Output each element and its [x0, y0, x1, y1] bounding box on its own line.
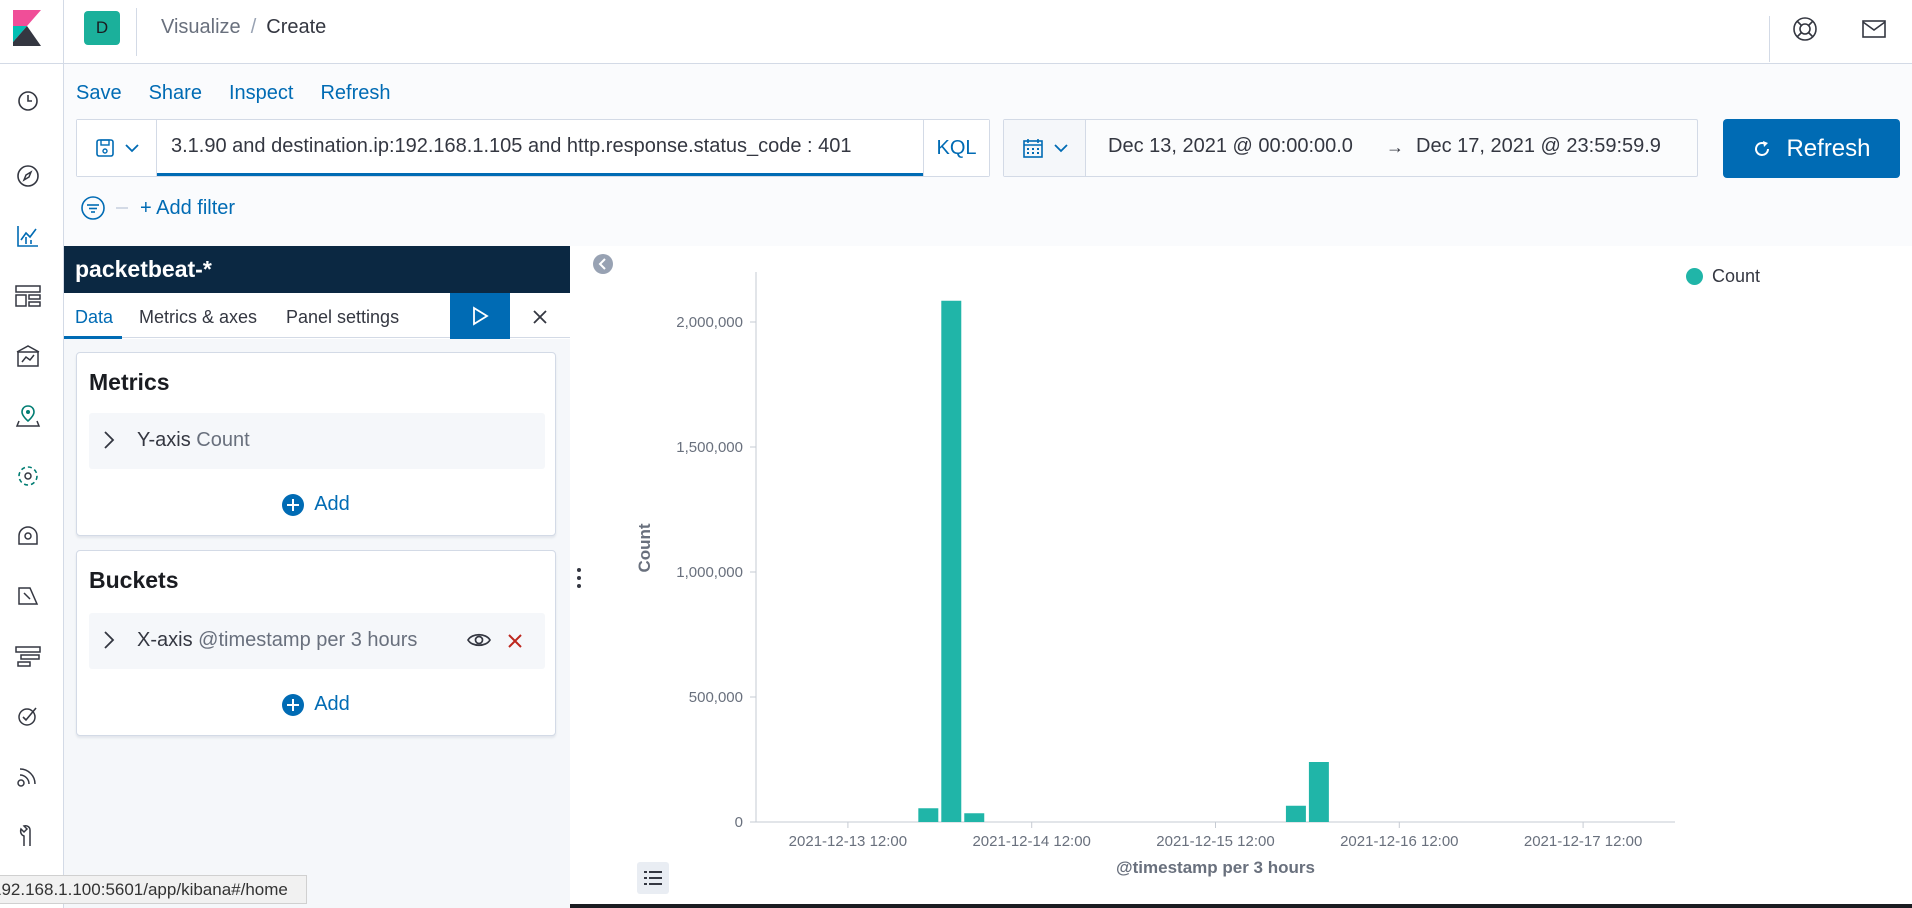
bottom-edge	[570, 904, 1912, 908]
y-tick-label: 2,000,000	[676, 314, 743, 331]
y-tick-label: 1,000,000	[676, 564, 743, 581]
y-tick-label: 0	[735, 814, 743, 831]
legend-toggle-button[interactable]	[637, 862, 669, 894]
chart-bar	[1308, 762, 1329, 822]
x-tick-label: 2021-12-17 12:00	[1524, 833, 1642, 850]
list-icon	[644, 871, 662, 885]
chart-bar	[964, 813, 985, 822]
x-tick-label: 2021-12-15 12:00	[1156, 833, 1274, 850]
y-tick-label: 1,500,000	[676, 439, 743, 456]
y-axis-title: Count	[635, 523, 654, 572]
x-tick-label: 2021-12-13 12:00	[789, 833, 907, 850]
x-axis-title: @timestamp per 3 hours	[1116, 858, 1315, 877]
chart-bar	[918, 808, 939, 822]
legend-color-dot[interactable]	[1686, 268, 1703, 285]
chart-legend[interactable]: Count	[1686, 266, 1760, 287]
bar-chart: 0 500,000 1,000,000 1,500,000 2,000,000 2021-…	[635, 272, 1675, 877]
chart-bar	[941, 300, 962, 822]
x-tick-label: 2021-12-14 12:00	[972, 833, 1090, 850]
chart-bar	[1285, 805, 1306, 822]
status-bar-url: 192.168.1.100:5601/app/kibana#/home	[0, 875, 307, 904]
y-tick-label: 500,000	[689, 689, 743, 706]
x-tick-label: 2021-12-16 12:00	[1340, 833, 1458, 850]
legend-label[interactable]: Count	[1712, 266, 1760, 287]
